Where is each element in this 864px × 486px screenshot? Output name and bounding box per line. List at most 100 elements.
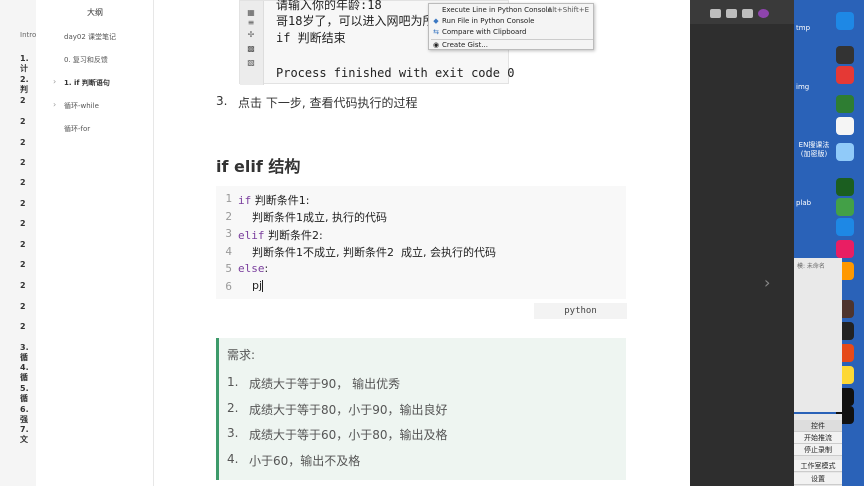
keyword: elif xyxy=(238,229,265,242)
app-icon[interactable] xyxy=(836,198,854,216)
list-number: 1. xyxy=(227,375,239,389)
background-list-number: 2 xyxy=(20,302,26,311)
compare-icon: ⇆ xyxy=(433,28,439,36)
list-item-text: 成绩大于等于90， 输出优秀 xyxy=(249,377,401,391)
terminal-icon[interactable] xyxy=(836,46,854,64)
line-number: 4 xyxy=(225,245,232,258)
evernote-icon[interactable] xyxy=(836,95,854,113)
background-list-number: 6. 强 xyxy=(20,405,29,424)
background-area xyxy=(690,0,794,486)
code-block[interactable]: 1 2 3 4 5 6 if 判断条件1: 判断条件1成立, 执行的代码 eli… xyxy=(216,186,626,299)
outline-item[interactable]: 0. 复习和反馈 xyxy=(64,55,108,65)
desktop-label: plab xyxy=(796,199,812,207)
controls-header: 控件 xyxy=(794,420,842,432)
list-item-text: 点击 下一步, 查看代码执行的过程 xyxy=(238,96,418,110)
expand-chevron-icon[interactable]: › xyxy=(53,77,56,86)
document-content[interactable]: ▦ ≡ ✢ ▩ ▧ 请输入你的年龄:18 哥18岁了，可以进入网吧为所 if 判… xyxy=(154,0,690,486)
code-language-selector[interactable]: python xyxy=(534,303,627,319)
list-number: 2. xyxy=(227,401,239,415)
code-line: elif 判断条件2: xyxy=(238,227,323,243)
background-list-number: 2 xyxy=(20,178,26,187)
app-icon[interactable] xyxy=(836,218,854,236)
code-text: 判断条件1成立, 执行的代码 xyxy=(238,211,387,224)
outline-item[interactable]: 循环-for xyxy=(64,124,90,134)
studio-mode-button[interactable]: 工作室模式 xyxy=(794,460,842,472)
outline-item[interactable]: 循环-while xyxy=(64,101,99,111)
line-number: 5 xyxy=(225,262,232,275)
list-number: 3. xyxy=(227,426,239,440)
list-item-text: 成绩大于等于80，小于90，输出良好 xyxy=(249,403,448,417)
grid-icon: ▦ xyxy=(247,8,255,17)
start-stream-button[interactable]: 开始推流 xyxy=(794,432,842,444)
finder-icon[interactable] xyxy=(836,143,854,161)
code-line: if 判断条件1: xyxy=(238,192,309,208)
list-number: 3. xyxy=(216,94,228,108)
desktop-label: EN搜课法 (加密版) xyxy=(798,141,830,158)
console-line: 哥18岁了，可以进入网吧为所 xyxy=(276,14,435,28)
outline-item[interactable]: day02 课堂笔记 xyxy=(64,32,116,42)
desktop-label: img xyxy=(796,83,810,91)
desktop-label: tmp xyxy=(796,24,811,32)
outline-sidebar: 大纲 day02 课堂笔记 0. 复习和反馈 › 1. if 判断语句 › 循环-whil… xyxy=(36,0,154,486)
profile-avatar[interactable] xyxy=(758,9,769,18)
keyword: else xyxy=(238,262,265,275)
extension-icon[interactable] xyxy=(710,9,721,18)
github-icon: ◉ xyxy=(432,41,440,49)
background-list-number: 5. 循 xyxy=(20,384,29,403)
settings-button[interactable]: 设置 xyxy=(794,473,842,485)
print-icon: ▩ xyxy=(247,44,255,53)
code-line: else: xyxy=(238,262,268,275)
outline-title: 大纲 xyxy=(87,8,103,17)
console-line: if 判断结束 xyxy=(276,31,346,45)
typora-icon[interactable] xyxy=(836,117,854,135)
background-list-number: 4. 循 xyxy=(20,363,29,382)
background-list-number: 2 xyxy=(20,117,26,126)
excel-icon[interactable] xyxy=(836,178,854,196)
chrome-icon[interactable] xyxy=(836,66,854,84)
code-text: : xyxy=(264,262,269,275)
context-menu: Execute Line in Python Console Alt+Shift… xyxy=(428,3,594,50)
menu-item-compare-clipboard[interactable]: ⇆ Compare with Clipboard xyxy=(429,27,595,38)
list-item-text: 小于60，输出不及格 xyxy=(249,454,361,468)
background-list-number: 2 xyxy=(20,322,26,331)
menu-item-run-file[interactable]: ◆ Run File in Python Console xyxy=(429,16,595,27)
intro-label: Intro xyxy=(20,31,37,39)
typora-window: 大纲 day02 课堂笔记 0. 复习和反馈 › 1. if 判断语句 › 循环-whil… xyxy=(36,0,690,486)
pin-icon: ✢ xyxy=(247,30,255,39)
wrap-icon: ≡ xyxy=(247,18,255,27)
code-text: 判断条件2: xyxy=(264,229,323,242)
code-text: 判断条件1: xyxy=(251,194,310,207)
outline-item[interactable]: 1. if 判断语句 xyxy=(64,78,110,88)
line-number: 2 xyxy=(225,210,232,223)
background-list-number: 2 xyxy=(20,240,26,249)
stop-recording-button[interactable]: 停止录制 xyxy=(794,444,842,456)
console-line: Process finished with exit code 0 xyxy=(276,66,515,80)
code-line: 判断条件1不成立, 判断条件2 成立, 会执行的代码 xyxy=(238,244,496,260)
blockquote-title: 需求: xyxy=(227,348,256,362)
list-number: 4. xyxy=(227,452,239,466)
trash-icon: ▧ xyxy=(247,58,255,67)
menu-item-execute-line[interactable]: Execute Line in Python Console Alt+Shift… xyxy=(429,5,595,16)
line-number: 1 xyxy=(225,192,232,205)
expand-chevron-icon[interactable]: › xyxy=(53,100,56,109)
background-list-number: 2 xyxy=(20,138,26,147)
background-list-number: 7. 文 xyxy=(20,425,29,444)
requirement-blockquote: 需求: 1. 成绩大于等于90， 输出优秀 2. 成绩大于等于80，小于90，输… xyxy=(216,338,626,480)
background-list-number: 2 xyxy=(20,158,26,167)
mini-window: 模: 未命名 xyxy=(794,258,842,412)
app-icon[interactable] xyxy=(836,240,854,258)
next-page-arrow[interactable]: › xyxy=(764,273,770,292)
keyword: if xyxy=(238,194,252,207)
section-heading: if elif 结构 xyxy=(216,157,301,176)
safari-icon[interactable] xyxy=(836,12,854,30)
background-list-number: 2. 判 xyxy=(20,75,29,94)
background-list-number: 2 xyxy=(20,260,26,269)
text-cursor xyxy=(262,280,264,292)
extension-icon[interactable] xyxy=(742,9,753,18)
background-list-number: 2 xyxy=(20,219,26,228)
extension-icon[interactable] xyxy=(726,9,737,18)
pycharm-gutter: ▦ ≡ ✢ ▩ ▧ xyxy=(240,1,264,85)
menu-item-create-gist[interactable]: ◉ Create Gist... xyxy=(429,40,595,51)
list-item-text: 成绩大于等于60，小于80，输出及格 xyxy=(249,428,448,442)
background-window-strip: Intro 1. 计 2. 判 2 2 2 2 2 2 2 2 2 2 2 2 3. 循 4. 循 5. 循 6.… xyxy=(0,0,36,486)
